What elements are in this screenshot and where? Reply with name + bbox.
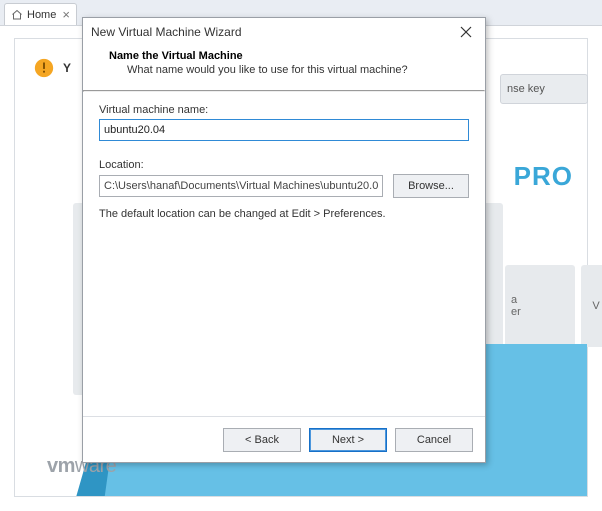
dialog-title: New Virtual Machine Wizard — [91, 25, 455, 39]
tile-fragment-right[interactable]: V — [581, 265, 602, 347]
dialog-header: Name the Virtual Machine What name would… — [83, 46, 485, 90]
tile-text-2: er — [511, 306, 521, 318]
logo-part-1: vm — [47, 455, 75, 477]
warning-text: Y — [63, 61, 71, 75]
location-hint: The default location can be changed at E… — [99, 208, 469, 220]
pro-badge: PRO — [514, 161, 573, 192]
tab-label: Home — [27, 9, 56, 21]
tile-text-r: V — [592, 300, 599, 312]
back-label: < Back — [245, 434, 279, 446]
tab-home[interactable]: Home × — [4, 3, 77, 25]
dialog-content: Virtual machine name: Location: Browse..… — [83, 92, 485, 416]
home-icon — [11, 9, 23, 21]
tab-close-icon[interactable]: × — [62, 8, 70, 21]
warning-row: Y — [33, 57, 71, 79]
location-input[interactable] — [99, 175, 383, 197]
dialog-button-bar: < Back Next > Cancel — [83, 416, 485, 462]
dialog-heading: Name the Virtual Machine — [109, 50, 485, 62]
vm-name-label: Virtual machine name: — [99, 104, 469, 116]
close-icon — [460, 26, 472, 38]
new-vm-wizard-dialog: New Virtual Machine Wizard Name the Virt… — [82, 17, 486, 463]
tile-fragment[interactable]: a er — [505, 265, 575, 347]
license-key-button[interactable]: nse key — [500, 74, 588, 104]
cancel-button[interactable]: Cancel — [395, 428, 473, 452]
cancel-label: Cancel — [417, 434, 451, 446]
vm-name-input[interactable] — [99, 119, 469, 141]
browse-label: Browse... — [408, 180, 454, 192]
dialog-titlebar: New Virtual Machine Wizard — [83, 18, 485, 46]
back-button[interactable]: < Back — [223, 428, 301, 452]
browse-button[interactable]: Browse... — [393, 174, 469, 198]
location-row: Browse... — [99, 174, 469, 198]
close-button[interactable] — [455, 21, 477, 43]
next-button[interactable]: Next > — [309, 428, 387, 452]
next-label: Next > — [332, 434, 364, 446]
tile-text-1: a — [511, 294, 517, 306]
warning-icon — [33, 57, 55, 79]
location-label: Location: — [99, 159, 469, 171]
dialog-subheading: What name would you like to use for this… — [109, 64, 485, 76]
license-key-label: nse key — [507, 83, 545, 95]
